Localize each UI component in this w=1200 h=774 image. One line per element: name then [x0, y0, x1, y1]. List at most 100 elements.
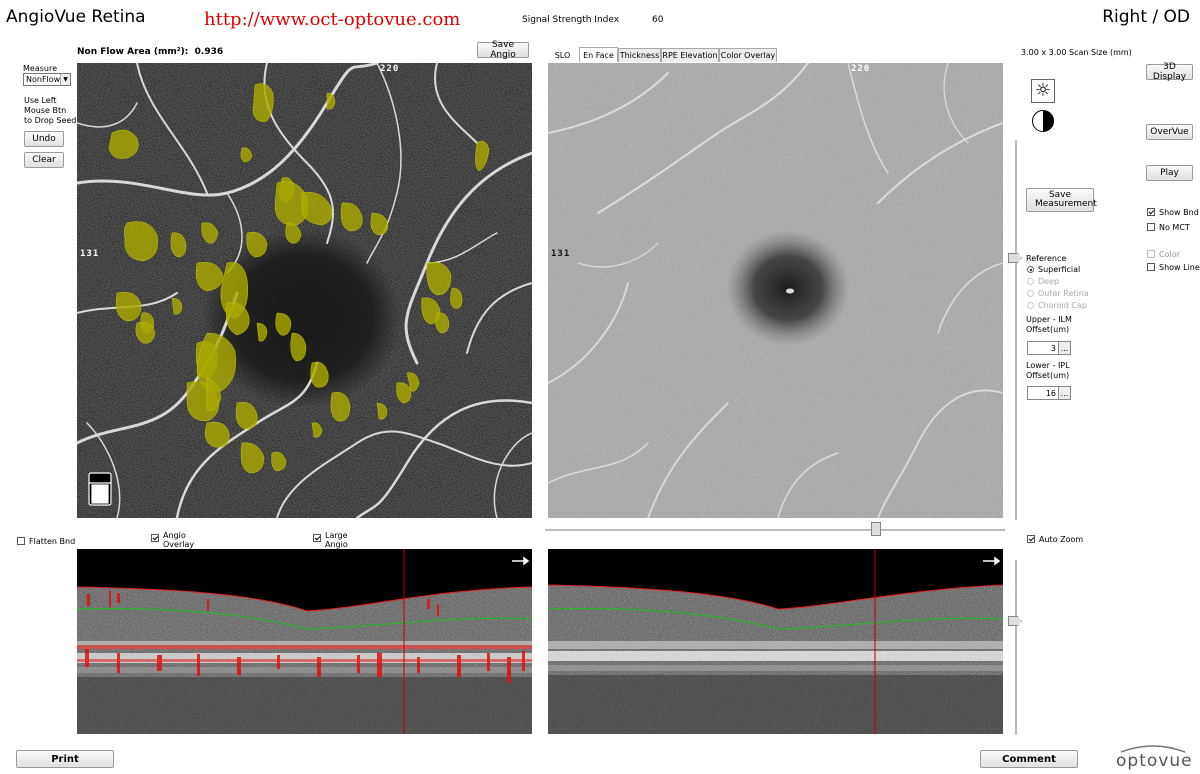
large-angio-checkbox[interactable]: Large Angio — [313, 531, 349, 549]
website-url: http://www.oct-optovue.com — [204, 9, 461, 30]
upper-offset-field[interactable]: 3 ... — [1027, 341, 1071, 355]
bscan-depth-handle[interactable] — [1008, 616, 1022, 626]
tab-rpe-elevation[interactable]: RPE Elevation — [661, 48, 719, 62]
save-angio-button[interactable]: Save Angio — [477, 40, 529, 60]
logo-text: optovue — [1116, 751, 1193, 771]
show-line-checkbox[interactable]: Show Line — [1147, 263, 1200, 272]
radio-dot[interactable] — [1027, 266, 1034, 273]
show-bnd-checkbox[interactable]: Show Bnd — [1147, 208, 1199, 217]
instruction-line: Use Left — [24, 96, 57, 105]
print-button[interactable]: Print — [16, 750, 114, 768]
radio-label: Choroid Cap — [1038, 301, 1087, 310]
reference-deep-radio[interactable]: Deep — [1027, 277, 1059, 286]
reference-superficial-radio[interactable]: Superficial — [1027, 265, 1080, 274]
checkbox-label: Large Angio — [325, 531, 348, 549]
checkbox-label: Show Bnd — [1159, 208, 1199, 217]
upper-offset-line: Upper - ILM — [1026, 315, 1072, 324]
flatten-bnd-checkbox[interactable]: Flatten Bnd — [17, 537, 75, 546]
scan-size-label: 3.00 x 3.00 Scan Size (mm) — [1021, 48, 1132, 57]
auto-zoom-checkbox[interactable]: Auto Zoom — [1027, 535, 1083, 544]
lower-offset-line: Offset(um) — [1026, 371, 1070, 380]
upper-offset-input[interactable]: 3 — [1027, 341, 1059, 355]
checkbox-label: No MCT — [1159, 223, 1190, 232]
en-face-vessel-map — [548, 63, 1003, 518]
checkbox-label: Flatten Bnd — [29, 537, 76, 546]
brightness-icon[interactable]: ☼ — [1031, 79, 1055, 103]
reference-label: Reference — [1026, 254, 1067, 263]
signal-strength-label: Signal Strength Index — [522, 15, 620, 25]
slab-slider-track[interactable] — [1015, 140, 1017, 520]
signal-strength-value: 60 — [652, 15, 664, 25]
bscan-depth-track[interactable] — [1015, 560, 1017, 735]
radio-dot[interactable] — [1027, 302, 1034, 309]
structural-bscan[interactable] — [548, 549, 1003, 734]
checkbox-label: Auto Zoom — [1039, 535, 1084, 544]
instructions: Use Left Mouse Btn to Drop Seed — [24, 96, 76, 126]
checkbox-label: Show Line — [1159, 263, 1200, 272]
angio-left-label: 131 — [80, 249, 100, 259]
undo-button[interactable]: Undo — [24, 131, 64, 147]
angio-vessel-map — [77, 63, 532, 518]
slab-slider-handle[interactable] — [1008, 253, 1022, 263]
radio-label: Superficial — [1038, 265, 1081, 274]
nonflow-area-caption: Non Flow Area (mm²): — [77, 47, 189, 57]
optovue-logo: optovue — [1113, 742, 1193, 771]
bscan-position-handle[interactable] — [871, 522, 881, 536]
lower-offset-browse-button[interactable]: ... — [1059, 386, 1071, 400]
checkbox-box[interactable] — [1027, 535, 1035, 543]
lower-offset-field[interactable]: 16 ... — [1027, 386, 1071, 400]
lower-offset-input[interactable]: 16 — [1027, 386, 1059, 400]
angio-overlay-checkbox[interactable]: Angio Overlay — [151, 531, 197, 549]
checkbox-box[interactable] — [313, 534, 321, 542]
lower-offset-line: Lower - IPL — [1026, 361, 1070, 370]
tab-thickness[interactable]: Thickness — [618, 48, 661, 62]
instruction-line: Mouse Btn — [24, 106, 67, 115]
angio-bscan-image — [77, 549, 532, 734]
angio-image[interactable]: 220 131 — [77, 63, 532, 518]
radio-dot[interactable] — [1027, 278, 1034, 285]
save-measurement-button[interactable]: Save Measurement — [1026, 188, 1097, 212]
measure-select[interactable]: NonFlow ▼ — [23, 73, 71, 86]
instruction-line: to Drop Seed — [24, 116, 77, 125]
structural-bscan-image — [548, 549, 1003, 734]
play-button[interactable]: Play — [1146, 165, 1193, 181]
3d-display-button[interactable]: 3D Display — [1146, 62, 1193, 82]
bscan-position-track[interactable] — [545, 529, 1005, 531]
tab-slo[interactable]: SLO — [548, 48, 577, 62]
chevron-down-icon: ▼ — [60, 74, 70, 85]
measure-select-value: NonFlow — [26, 75, 61, 84]
overvue-button[interactable]: OverVue — [1146, 124, 1193, 140]
eye-label: Right / OD — [1102, 7, 1190, 27]
tab-color-overlay[interactable]: Color Overlay — [719, 48, 777, 62]
upper-offset-label: Upper - ILM Offset(um) — [1026, 315, 1072, 335]
color-checkbox[interactable]: Color — [1147, 250, 1180, 259]
reference-outer-retina-radio[interactable]: Outer Retina — [1027, 289, 1089, 298]
tab-en-face[interactable]: En Face — [579, 47, 618, 62]
radio-dot[interactable] — [1027, 290, 1034, 297]
checkbox-box[interactable] — [1147, 208, 1155, 216]
upper-offset-line: Offset(um) — [1026, 325, 1070, 334]
nonflow-area-label: Non Flow Area (mm²): 0.936 — [77, 47, 223, 57]
app-title: AngioVue Retina — [6, 7, 146, 27]
upper-offset-browse-button[interactable]: ... — [1059, 341, 1071, 355]
lower-offset-label: Lower - IPL Offset(um) — [1026, 361, 1070, 381]
reference-choroid-cap-radio[interactable]: Choroid Cap — [1027, 301, 1087, 310]
comment-button[interactable]: Comment — [980, 750, 1078, 768]
radio-label: Deep — [1038, 277, 1060, 286]
checkbox-box[interactable] — [1147, 250, 1155, 258]
no-mct-checkbox[interactable]: No MCT — [1147, 223, 1190, 232]
checkbox-box[interactable] — [1147, 263, 1155, 271]
angio-bscan[interactable] — [77, 549, 532, 734]
contrast-icon[interactable] — [1032, 110, 1054, 132]
measure-label: Measure — [23, 64, 57, 73]
checkbox-box[interactable] — [1147, 223, 1155, 231]
checkbox-box[interactable] — [17, 537, 25, 545]
angio-top-label: 220 — [380, 64, 400, 74]
en-face-left-label: 131 — [551, 249, 571, 259]
en-face-image[interactable]: 220 131 — [548, 63, 1003, 518]
checkbox-box[interactable] — [151, 534, 159, 542]
checkbox-label: Angio Overlay — [163, 531, 195, 549]
radio-label: Outer Retina — [1038, 289, 1089, 298]
clear-button[interactable]: Clear — [24, 152, 64, 168]
checkbox-label: Color — [1159, 250, 1180, 259]
